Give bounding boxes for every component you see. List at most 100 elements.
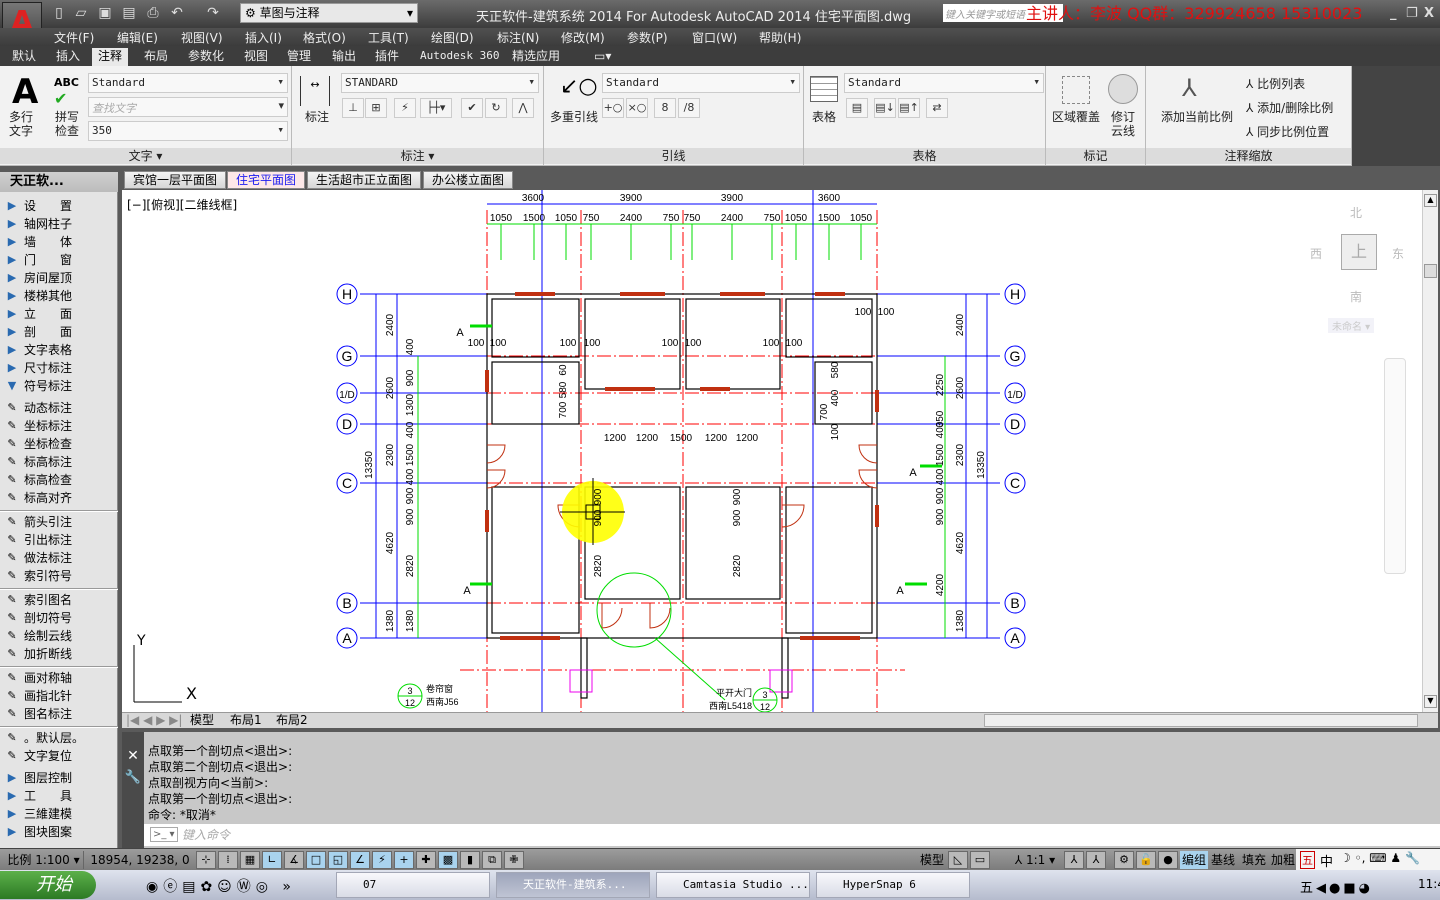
doc-tab-residential[interactable]: 住宅平面图 xyxy=(227,171,306,189)
viewcube-north[interactable]: 北 xyxy=(1350,204,1362,221)
dim-continue-icon[interactable]: ├┼▾ xyxy=(420,98,452,118)
auto-scale-icon[interactable]: ⅄ xyxy=(1086,851,1106,869)
dyn-icon[interactable]: + xyxy=(394,851,414,869)
palette-item[interactable]: ▶ 门 窗 xyxy=(0,251,118,269)
upload-data-icon[interactable]: ▤↑ xyxy=(898,98,920,118)
palette-item[interactable]: ▶ 工 具 xyxy=(0,787,118,805)
horizontal-scrollbar[interactable] xyxy=(984,714,1418,727)
taskbar-tangent-app[interactable]: 天正软件-建筑系... xyxy=(496,872,650,898)
grid-icon[interactable]: ▦ xyxy=(240,851,260,869)
ribbon-tab-annotate[interactable]: 注释 xyxy=(92,48,129,66)
ribbon-tab-featured-apps[interactable]: 精选应用 xyxy=(506,48,566,66)
dim-space-icon[interactable]: ⊞ xyxy=(365,98,387,118)
ribbon-tab-autodesk360[interactable]: Autodesk 360 xyxy=(414,48,505,66)
annotation-scale-dropdown[interactable]: ⅄ 1:1 ▾ xyxy=(1010,851,1060,869)
multiline-text-icon[interactable]: A xyxy=(12,72,38,112)
ribbon-tab-layout[interactable]: 布局 xyxy=(138,48,174,66)
taskbar-hypersnap[interactable]: HyperSnap 6 xyxy=(816,872,970,898)
tab-layout1[interactable]: 布局1 xyxy=(230,713,262,728)
redo-icon[interactable]: ↷ xyxy=(204,5,222,21)
table-icon[interactable] xyxy=(810,76,838,102)
open-folder-icon[interactable]: ▱ xyxy=(72,5,90,21)
ribbon-tab-default[interactable]: 默认 xyxy=(6,48,42,66)
palette-item[interactable]: ✎ 画指北针 xyxy=(0,687,118,705)
selection-cycling-icon[interactable]: ⧉ xyxy=(482,851,502,869)
palette-item[interactable]: ✎ 标高检查 xyxy=(0,471,118,489)
ortho-icon[interactable]: ∟ xyxy=(262,851,282,869)
dim-jog-icon[interactable]: ⚡ xyxy=(394,98,416,118)
vertical-scrollbar[interactable]: ▲ ▼ xyxy=(1422,190,1438,712)
palette-item[interactable]: ✎ 引出标注 xyxy=(0,531,118,549)
quick-launch-icons[interactable]: ◉ⓔ▤✿☺Ⓦ◎ » xyxy=(146,876,296,896)
palette-item[interactable]: ▶ 轴网柱子 xyxy=(0,215,118,233)
palette-item[interactable]: ✎ 文字复位 xyxy=(0,747,118,765)
wipeout-button[interactable]: 区域覆盖 xyxy=(1050,110,1102,124)
system-tray-icons[interactable]: 五◀●■◕ xyxy=(1300,877,1373,896)
text-height-dropdown[interactable]: 350 xyxy=(88,121,288,141)
ribbon-tab-view[interactable]: 视图 xyxy=(238,48,274,66)
restore-button[interactable]: ❐ xyxy=(1406,6,1418,21)
menu-help[interactable]: 帮助(H) xyxy=(759,29,801,46)
toolbar-lock-icon[interactable]: 🔓 xyxy=(1136,851,1156,869)
start-button[interactable]: 开始 xyxy=(0,871,96,899)
ime-chinese-toggle[interactable]: 中 xyxy=(1320,851,1333,870)
panel-title-table[interactable]: 表格 xyxy=(804,148,1045,164)
panel-title-leader[interactable]: 引线 xyxy=(544,148,803,164)
dimension-button[interactable]: 标注 xyxy=(302,110,332,124)
palette-item[interactable]: ▶ 设 置 xyxy=(0,197,118,215)
wrench-icon[interactable]: 🔧 xyxy=(122,770,144,785)
sync-scale-button[interactable]: ⅄ 同步比例位置 xyxy=(1246,125,1329,139)
quick-props-icon[interactable]: ▮ xyxy=(460,851,480,869)
palette-item[interactable]: ▶ 尺寸标注 xyxy=(0,359,118,377)
close-icon[interactable]: ✕ xyxy=(122,748,144,764)
tab-layout2[interactable]: 布局2 xyxy=(276,713,308,728)
palette-item[interactable]: ✎ 坐标标注 xyxy=(0,417,118,435)
annotation-visibility-icon[interactable]: ⅄ xyxy=(1064,851,1084,869)
menu-modify[interactable]: 修改(M) xyxy=(561,29,605,46)
add-current-scale-button[interactable]: 添加当前比例 xyxy=(1154,110,1240,124)
palette-item[interactable]: ✎ 索引符号 xyxy=(0,567,118,585)
toggle-group[interactable]: 编组 xyxy=(1180,851,1208,869)
table-button[interactable]: 表格 xyxy=(808,110,840,124)
menu-format[interactable]: 格式(O) xyxy=(303,29,346,46)
menu-insert[interactable]: 插入(I) xyxy=(245,29,282,46)
ucs-menu[interactable]: 未命名 ▾ xyxy=(1328,318,1375,333)
palette-item[interactable]: ▶ 楼梯其他 xyxy=(0,287,118,305)
palette-item[interactable]: ▶ 图块图案 xyxy=(0,823,118,841)
model-space-button[interactable]: 模型 xyxy=(918,851,946,869)
palette-item[interactable]: ✎ 动态标注 xyxy=(0,399,118,417)
dim-style-dropdown[interactable]: STANDARD xyxy=(341,73,539,93)
toggle-fill[interactable]: 填充 xyxy=(1240,851,1268,869)
scroll-down-icon[interactable]: ▼ xyxy=(1424,695,1437,708)
palette-item[interactable]: ▶ 文字表格 xyxy=(0,341,118,359)
viewcube-top-face[interactable]: 上 xyxy=(1341,234,1377,270)
tab-model[interactable]: 模型 xyxy=(190,713,214,728)
menu-view[interactable]: 视图(V) xyxy=(181,29,223,46)
taskbar-folder-07[interactable]: 07 xyxy=(336,872,490,898)
osnap-icon[interactable]: □ xyxy=(306,851,326,869)
minimize-button[interactable]: _ xyxy=(1390,6,1397,21)
revision-cloud-button[interactable]: 修订 云线 xyxy=(1108,110,1138,138)
add-current-scale-icon[interactable]: ⅄ xyxy=(1182,74,1197,102)
palette-item[interactable]: ✎ 标高对齐 xyxy=(0,489,118,507)
ribbon-tab-parametric[interactable]: 参数化 xyxy=(182,48,230,66)
navigation-bar[interactable] xyxy=(1384,358,1406,574)
menu-dimension[interactable]: 标注(N) xyxy=(497,29,539,46)
infer-constraints-icon[interactable]: ⊹ xyxy=(196,851,216,869)
workspace-dropdown[interactable]: ⚙ 草图与注释 ▾ xyxy=(240,3,418,23)
palette-title[interactable]: 天正软... xyxy=(0,172,118,192)
polar-icon[interactable]: ∡ xyxy=(284,851,304,869)
find-text-input[interactable]: 查找文字 xyxy=(88,97,288,117)
workspace-gear-icon[interactable]: ⚙ xyxy=(1114,851,1134,869)
palette-item[interactable]: ▶ 三維建模 xyxy=(0,805,118,823)
panel-title-text[interactable]: 文字 ▾ xyxy=(0,148,291,164)
isolate-objects-icon[interactable]: ● xyxy=(1158,851,1178,869)
palette-item[interactable]: ▶ 房间屋顶 xyxy=(0,269,118,287)
scroll-up-icon[interactable]: ▲ xyxy=(1424,194,1437,207)
align-leader-icon[interactable]: 8 xyxy=(654,98,676,118)
ribbon-tab-insert[interactable]: 插入 xyxy=(50,48,86,66)
viewcube-west[interactable]: 西 xyxy=(1310,245,1322,262)
dim-inspect-icon[interactable]: ✔ xyxy=(461,98,483,118)
spell-check-icon[interactable]: ABC ✔ xyxy=(54,76,79,108)
menu-draw[interactable]: 绘图(D) xyxy=(431,29,474,46)
